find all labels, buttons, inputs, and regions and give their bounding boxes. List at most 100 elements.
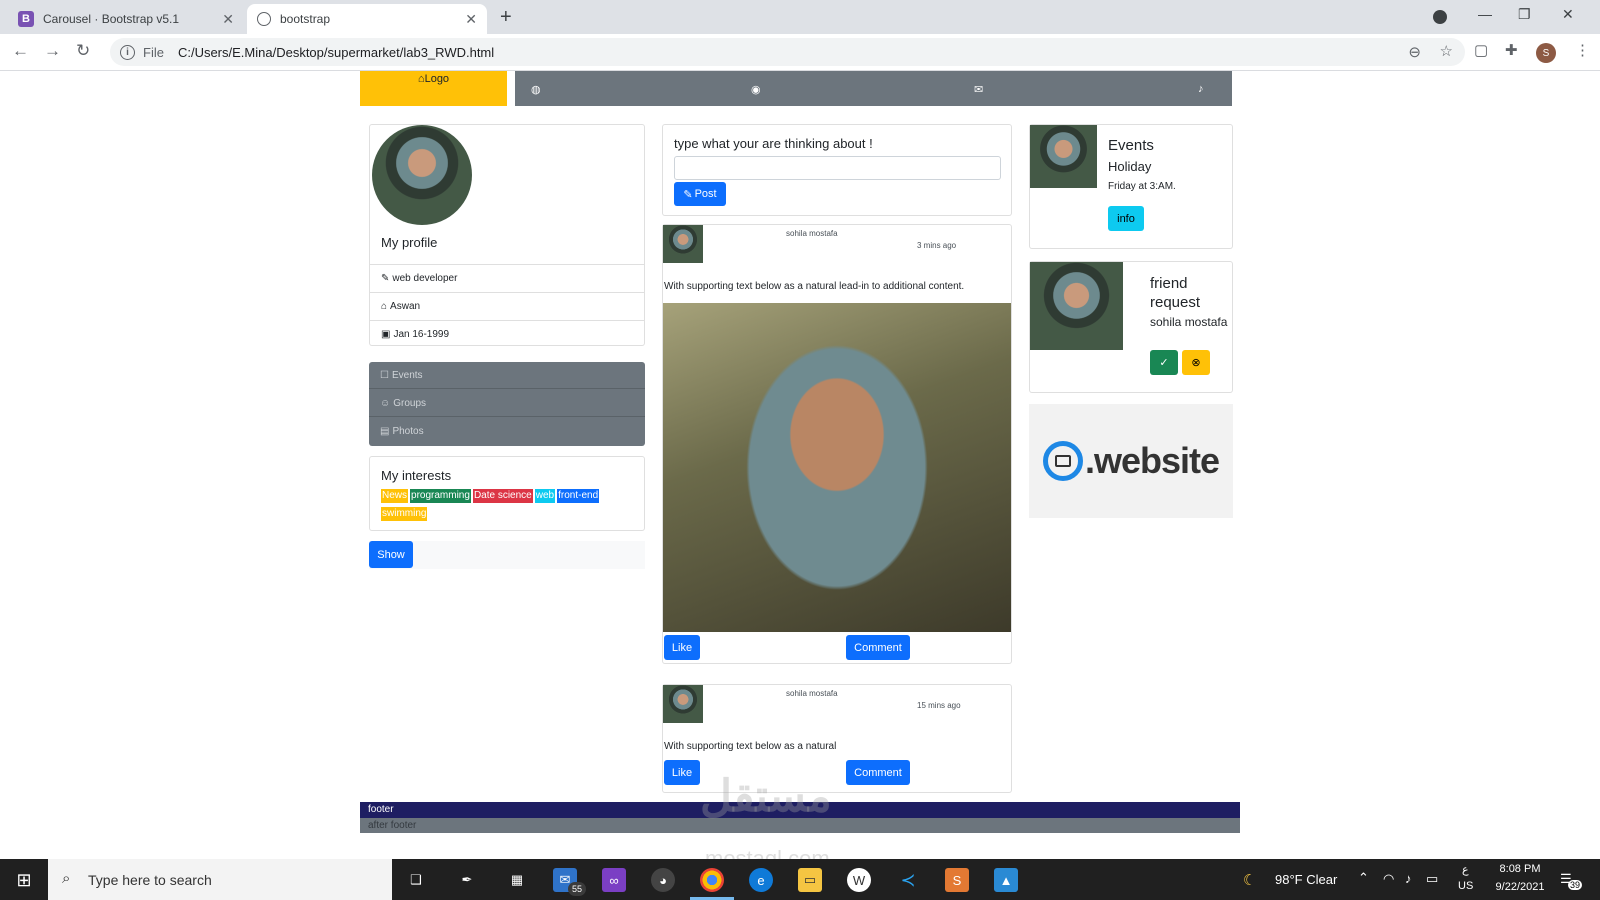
windows-taskbar: ⊞ ⌕ Type here to search ❑ ✒ ▦ ✉ 55 ∞ ◕ e… [0,859,1600,900]
info-button[interactable]: info [1108,206,1144,231]
language-bottom[interactable]: US [1458,880,1473,892]
events-title: Events [1108,137,1154,154]
profile-avatar[interactable]: S [1536,43,1556,63]
decline-button[interactable]: ⊗ [1182,350,1210,375]
profile-job-row: ✎ web developer [370,264,644,292]
wifi-icon[interactable]: ◠ [1383,871,1394,887]
chevron-up-icon[interactable]: ⌃ [1358,870,1369,886]
post-button[interactable]: ✎ Post [674,182,726,206]
profile-birthday-row: ▣ Jan 16-1999 [370,320,644,348]
clock-date[interactable]: 9/22/2021 [1491,881,1549,893]
profile-card: My profile ✎ web developer ⌂ Aswan ▣ Jan 16… [369,124,645,346]
visual-studio-icon[interactable]: ∞ [602,868,626,892]
watermark-arabic: مستقل [700,772,832,821]
post-time: 15 mins ago [917,701,961,710]
restore-button[interactable]: ❐ [1518,6,1531,23]
like-button[interactable]: Like [664,760,700,785]
url-text: C:/Users/E.Mina/Desktop/supermarket/lab3… [177,44,495,60]
forward-icon[interactable]: → [44,41,61,61]
menu-dots-icon[interactable]: ⋮ [1575,41,1590,59]
clock-time[interactable]: 8:08 PM [1495,863,1545,875]
github-icon[interactable]: ◕ [651,868,675,892]
word-icon[interactable]: W [847,868,871,892]
website-ad[interactable]: .website [1029,404,1233,518]
close-window-button[interactable]: ✕ [1562,6,1574,23]
tab-bootstrap[interactable]: bootstrap ✕ [247,4,487,34]
windows-start-icon[interactable]: ⊞ [12,868,36,892]
menu-label: Groups [393,397,427,409]
user-circle-icon[interactable]: ◉ [751,83,763,96]
menu-item-photos[interactable]: ▤ Photos [369,418,645,445]
globe-icon [257,12,271,26]
composer-input[interactable] [674,156,1001,180]
notifications-badge: 39 [1568,880,1583,890]
new-tab-button[interactable]: + [500,6,512,29]
post-photo [663,303,1011,632]
store-icon[interactable]: ▦ [505,868,529,892]
reload-icon[interactable]: ↻ [76,41,90,61]
bookmark-star-icon[interactable]: ☆ [1440,42,1453,60]
interest-tag: web [534,489,556,503]
images-icon: ▤ [380,426,390,437]
comment-button[interactable]: Comment [846,635,910,660]
back-icon[interactable]: ← [12,41,29,61]
extension-icon[interactable]: ▢ [1474,41,1488,59]
task-view-icon[interactable]: ❑ [404,868,428,892]
post-text: With supporting text below as a natural … [664,281,965,292]
menu-item-groups[interactable]: ☺ Groups [369,390,645,417]
mail-badge: 55 [568,882,586,896]
people-icon: ☺ [380,397,391,409]
weather-text[interactable]: 98°F Clear [1275,872,1337,887]
post-author: sohila mostafa [786,689,838,698]
close-tab-icon[interactable]: ✕ [465,11,477,28]
like-button[interactable]: Like [664,635,700,660]
taskbar-search[interactable]: ⌕ Type here to search [48,859,392,900]
info-icon[interactable]: i [120,44,135,60]
house-icon: ⌂ [381,301,388,312]
watermark-latin: mostaql.com [705,846,830,859]
search-icon: ⌕ [62,870,71,887]
photos-icon[interactable]: ▲ [994,868,1018,892]
friend-request-title: friend request [1150,275,1201,311]
post-text: With supporting text below as a natural [664,741,837,752]
sublime-icon[interactable]: S [945,868,969,892]
extensions-puzzle-icon[interactable]: ✚ [1505,41,1518,59]
interest-tag: swimming [381,507,428,521]
show-button[interactable]: Show [369,541,413,568]
language-top: ع [1462,864,1469,876]
post-author-avatar [663,685,703,723]
pencil-icon: ✎ [683,188,693,201]
chrome-icon[interactable] [700,868,724,892]
bootstrap-favicon-icon: B [18,11,34,27]
logo-nav[interactable]: ⌂Logo [360,71,507,106]
volume-icon[interactable]: ♪ [1405,871,1412,886]
check-icon: ✓ [1159,357,1169,369]
address-bar[interactable]: i File C:/Users/E.Mina/Desktop/supermark… [110,38,1465,66]
events-subtitle: Holiday [1108,159,1152,174]
home-icon: ⌂ [417,73,425,85]
battery-icon[interactable]: ▭ [1426,871,1438,887]
bell-icon[interactable]: ♪ [1198,83,1210,95]
post-button-label: Post [694,188,717,200]
minimize-button[interactable]: — [1478,6,1492,22]
accept-button[interactable]: ✓ [1150,350,1178,375]
file-label: File [143,44,164,60]
envelope-icon[interactable]: ✉ [974,83,986,96]
edge-icon[interactable]: e [749,868,773,892]
top-navbar: ◍ ◉ ✉ ♪ [515,71,1232,106]
tab-title: bootstrap [280,12,331,26]
zoom-icon[interactable]: ⊖ [1408,43,1421,61]
composer-card: type what your are thinking about ! ✎ Pos… [662,124,1012,216]
menu-item-events[interactable]: ☐ Events [369,362,645,389]
calendar-icon: ☐ [380,369,389,381]
x-circle-icon: ⊗ [1191,357,1201,369]
tab-search-icon[interactable] [1433,10,1447,24]
file-explorer-icon[interactable]: ▭ [798,868,822,892]
search-placeholder: Type here to search [88,871,212,888]
vscode-icon[interactable]: ≺ [896,868,920,892]
comment-button[interactable]: Comment [846,760,910,785]
globe-icon[interactable]: ◍ [531,83,543,96]
pen-tool-icon[interactable]: ✒ [455,868,479,892]
tab-carousel[interactable]: B Carousel · Bootstrap v5.1 ✕ [8,4,244,34]
close-tab-icon[interactable]: ✕ [222,11,234,28]
